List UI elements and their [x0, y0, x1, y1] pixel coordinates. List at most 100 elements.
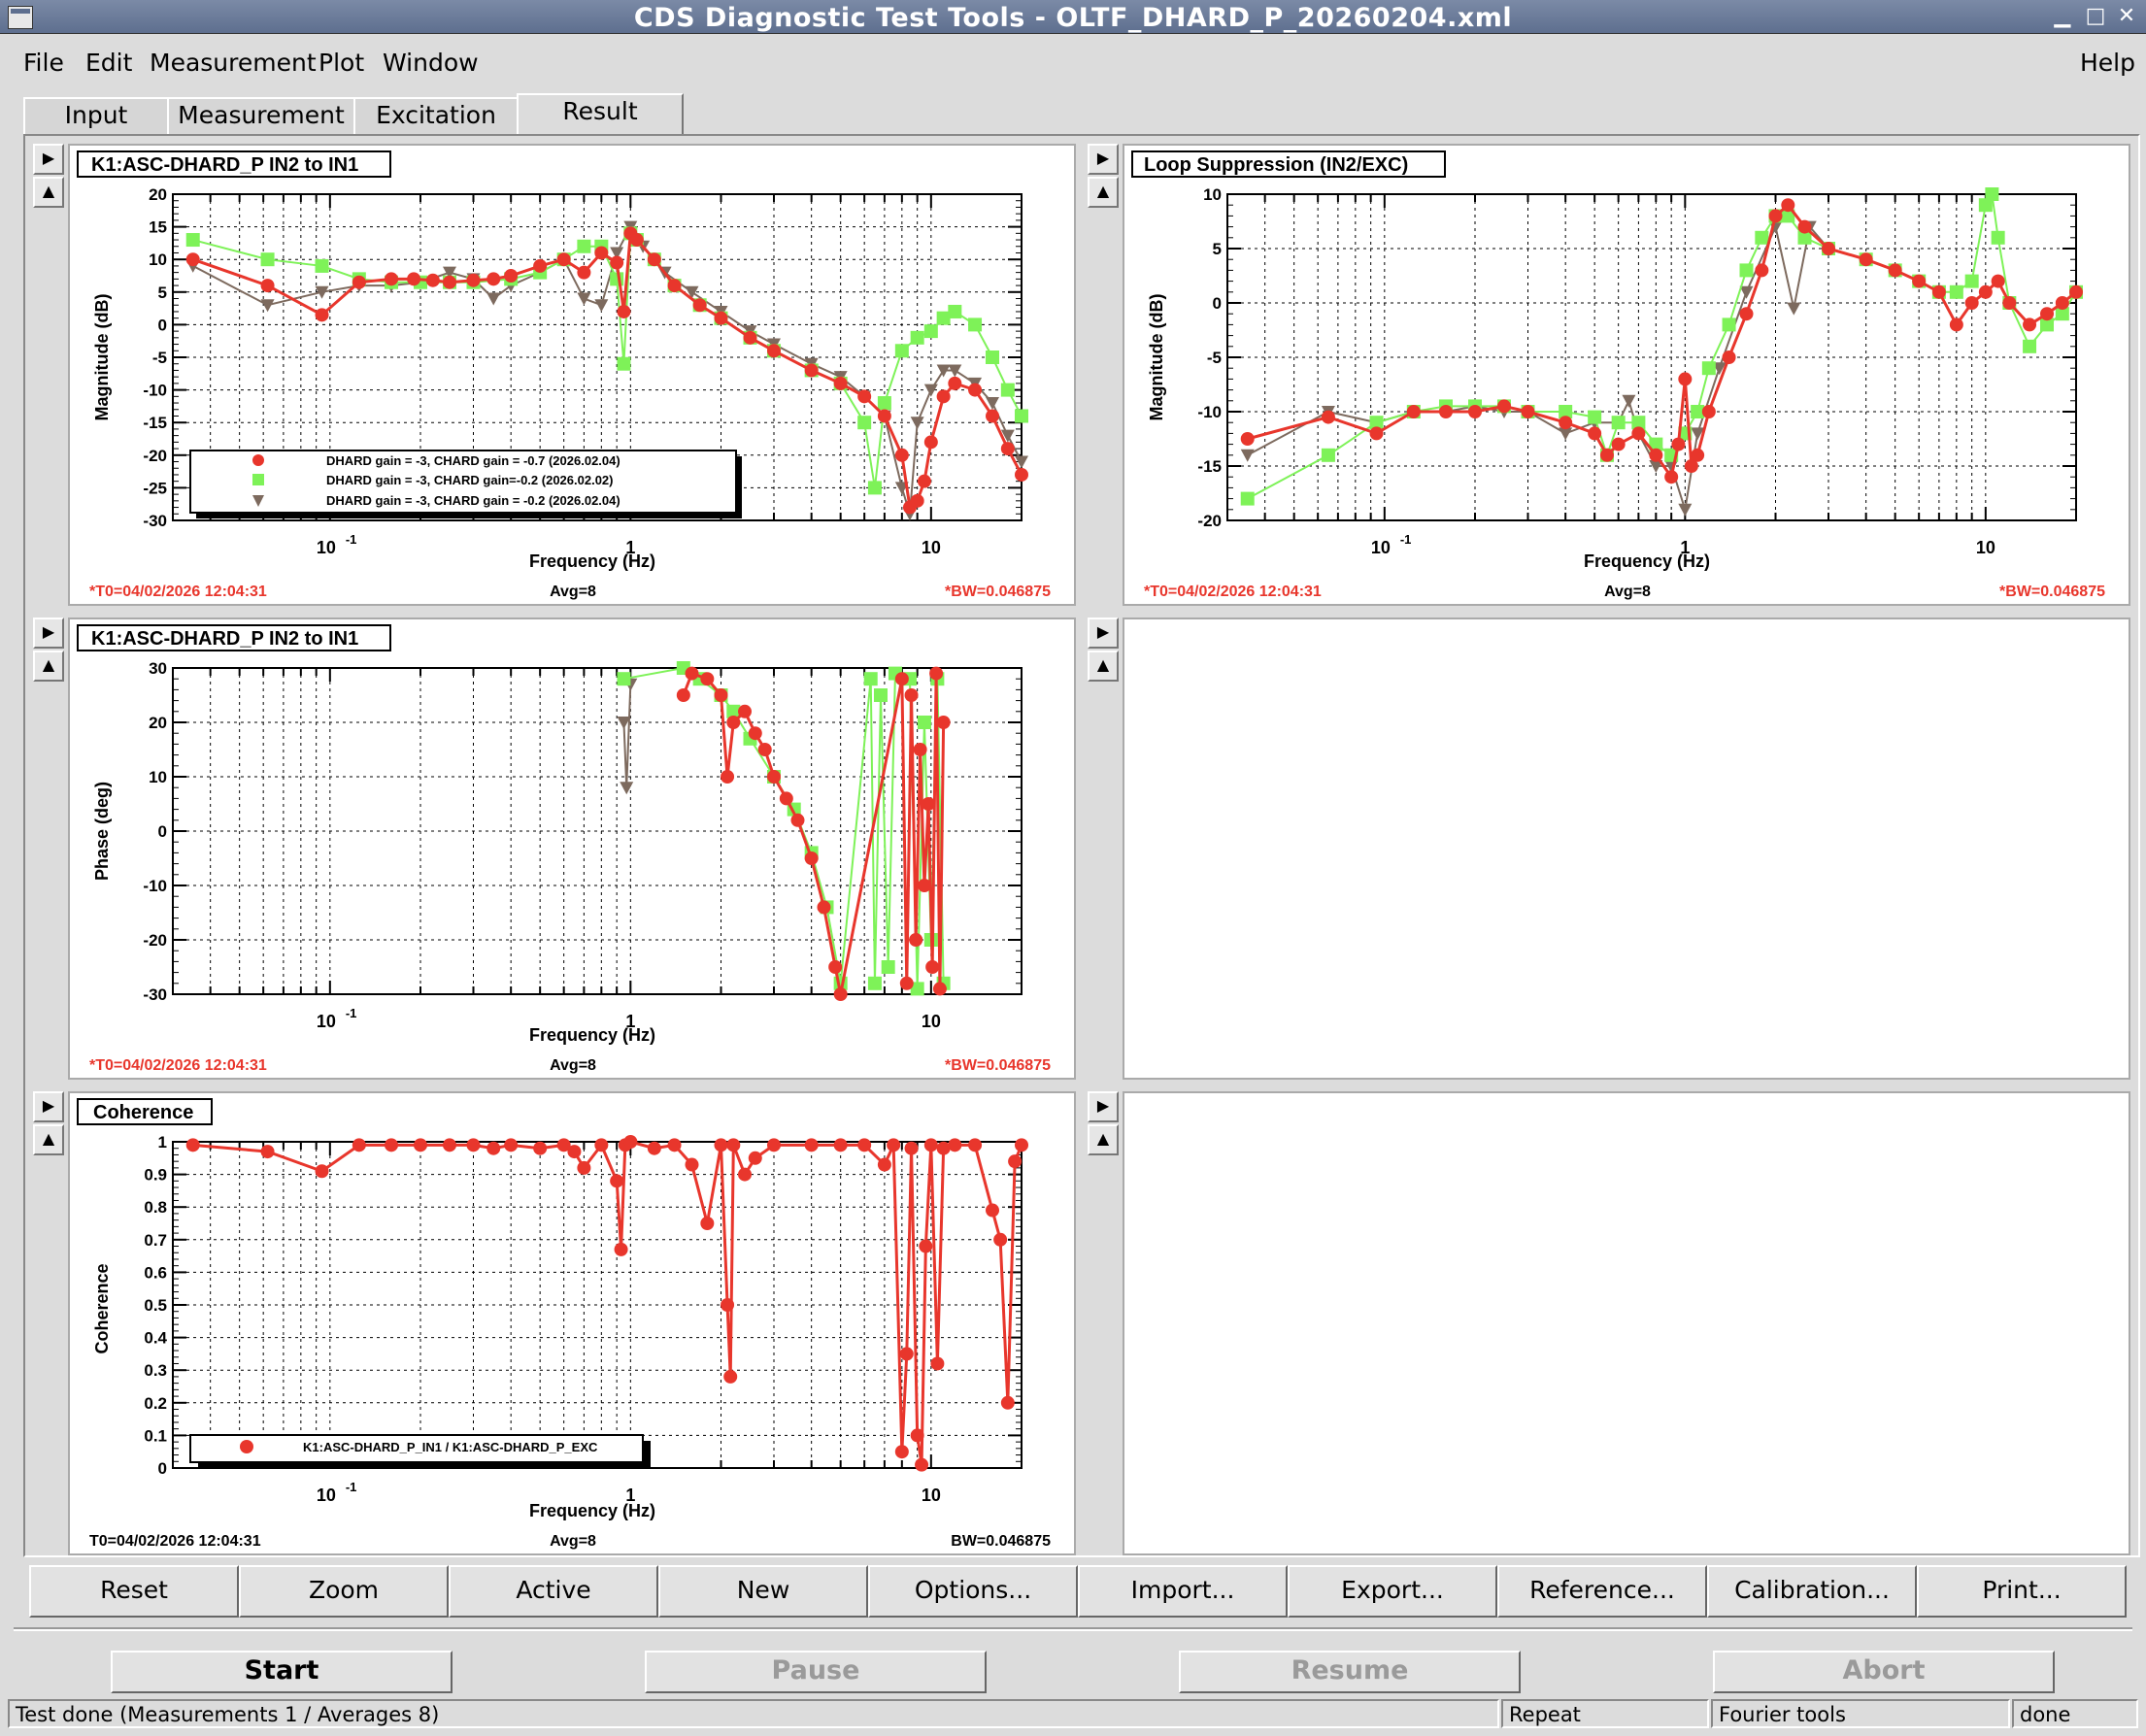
data-point: [1611, 437, 1626, 451]
y-axis-label: Coherence: [92, 1263, 112, 1353]
data-point: [1599, 448, 1614, 462]
data-point: [767, 344, 782, 358]
y-tick-label: 30: [149, 659, 167, 678]
data-point: [567, 1145, 582, 1159]
bw-info: *BW=0.046875: [945, 584, 1051, 600]
status-tool: Fourier tools: [1711, 1699, 2010, 1728]
series-line: [1247, 223, 1940, 511]
data-point: [577, 265, 591, 280]
data-point: [738, 704, 753, 718]
active-button[interactable]: Active: [449, 1565, 658, 1618]
x-tick-label-exponent: -1: [346, 1006, 357, 1020]
data-point: [714, 1138, 728, 1152]
data-point: [917, 716, 931, 729]
data-point: [863, 672, 878, 686]
data-point: [667, 279, 682, 293]
y-tick-label: -10: [143, 877, 167, 895]
x-tick-label: 10: [922, 538, 941, 557]
y-tick-label: 20: [149, 714, 167, 732]
y-axis-label: Phase (deg): [92, 782, 112, 881]
resume-button[interactable]: Resume: [1179, 1651, 1521, 1693]
data-point: [623, 1135, 638, 1149]
x-tick-label: 10: [317, 1486, 336, 1505]
divider: [14, 1627, 2132, 1631]
x-tick-label: 10: [1371, 538, 1391, 557]
legend-entry: DHARD gain = -3, CHARD gain = -0.7 (2026…: [326, 453, 620, 468]
new-button[interactable]: New: [658, 1565, 868, 1618]
data-point: [877, 396, 891, 411]
data-point: [1321, 448, 1335, 462]
data-point: [1912, 274, 1927, 288]
data-point: [857, 1138, 872, 1152]
start-button[interactable]: Start: [111, 1651, 453, 1693]
y-tick-label: 0: [158, 822, 167, 841]
data-point: [533, 1141, 548, 1155]
data-point: [594, 299, 609, 313]
data-point: [610, 255, 624, 270]
legend-marker: [240, 1440, 253, 1453]
data-point: [2023, 317, 2037, 332]
data-point: [936, 716, 951, 729]
x-tick-label: 10: [1976, 538, 1995, 557]
data-point: [915, 1457, 929, 1472]
y-tick-label: -15: [1197, 457, 1222, 476]
y-tick-label: 1: [158, 1133, 167, 1152]
legend-entry: DHARD gain = -3, CHARD gain=-0.2 (2026.0…: [326, 473, 613, 487]
abort-button[interactable]: Abort: [1713, 1651, 2055, 1693]
data-point: [2069, 284, 2083, 299]
data-point: [1822, 242, 1836, 255]
data-point: [726, 1138, 741, 1152]
data-point: [185, 233, 200, 248]
data-point: [1985, 187, 1999, 201]
reference-button[interactable]: Reference...: [1497, 1565, 1707, 1618]
data-point: [315, 308, 329, 322]
y-tick-label: -20: [1197, 512, 1222, 530]
data-point: [1671, 437, 1686, 451]
data-point: [948, 304, 962, 318]
chart-phase: K1:ASC-DHARD_P IN2 to IN1 Phase (deg) Fr…: [77, 624, 1051, 1074]
data-point: [1664, 470, 1679, 484]
x-tick-label: 1: [625, 1486, 635, 1505]
data-point: [721, 1298, 735, 1312]
data-point: [923, 324, 938, 339]
data-point: [1000, 383, 1015, 397]
data-point: [923, 435, 938, 450]
data-point: [260, 252, 275, 267]
options-button[interactable]: Options...: [868, 1565, 1078, 1618]
calibration-button[interactable]: Calibration...: [1707, 1565, 1917, 1618]
data-point: [948, 376, 962, 390]
reset-button[interactable]: Reset: [29, 1565, 239, 1618]
data-point: [894, 344, 909, 358]
data-point: [1406, 405, 1421, 418]
x-tick-label: 1: [625, 1012, 635, 1031]
data-point: [877, 1157, 891, 1172]
pause-button[interactable]: Pause: [645, 1651, 987, 1693]
data-point: [913, 743, 927, 756]
data-point: [932, 982, 947, 996]
data-point: [610, 1174, 624, 1188]
print-button[interactable]: Print...: [1917, 1565, 2127, 1618]
y-tick-label: -10: [143, 382, 167, 400]
data-point: [1008, 1154, 1023, 1169]
data-point: [919, 1239, 933, 1253]
data-point: [1755, 230, 1769, 245]
data-point: [185, 252, 200, 267]
zoom-button[interactable]: Zoom: [239, 1565, 449, 1618]
data-point: [1240, 432, 1255, 446]
y-tick-label: 10: [149, 768, 167, 786]
data-point: [700, 1217, 715, 1230]
data-point: [614, 1242, 628, 1256]
data-point: [260, 279, 275, 293]
export-button[interactable]: Export...: [1288, 1565, 1497, 1618]
data-point: [904, 688, 919, 702]
x-tick-label: 10: [317, 1012, 336, 1031]
data-point: [617, 672, 631, 686]
status-state: done: [2012, 1699, 2138, 1728]
import-button[interactable]: Import...: [1078, 1565, 1288, 1618]
chart-legend: K1:ASC-DHARD_P_IN1 / K1:ASC-DHARD_P_EXC: [189, 1434, 651, 1468]
y-tick-label: 0.9: [144, 1166, 167, 1185]
data-point: [1964, 296, 1979, 310]
data-point: [767, 1138, 782, 1152]
bw-info: BW=0.046875: [951, 1533, 1051, 1550]
data-point: [1949, 317, 1963, 332]
